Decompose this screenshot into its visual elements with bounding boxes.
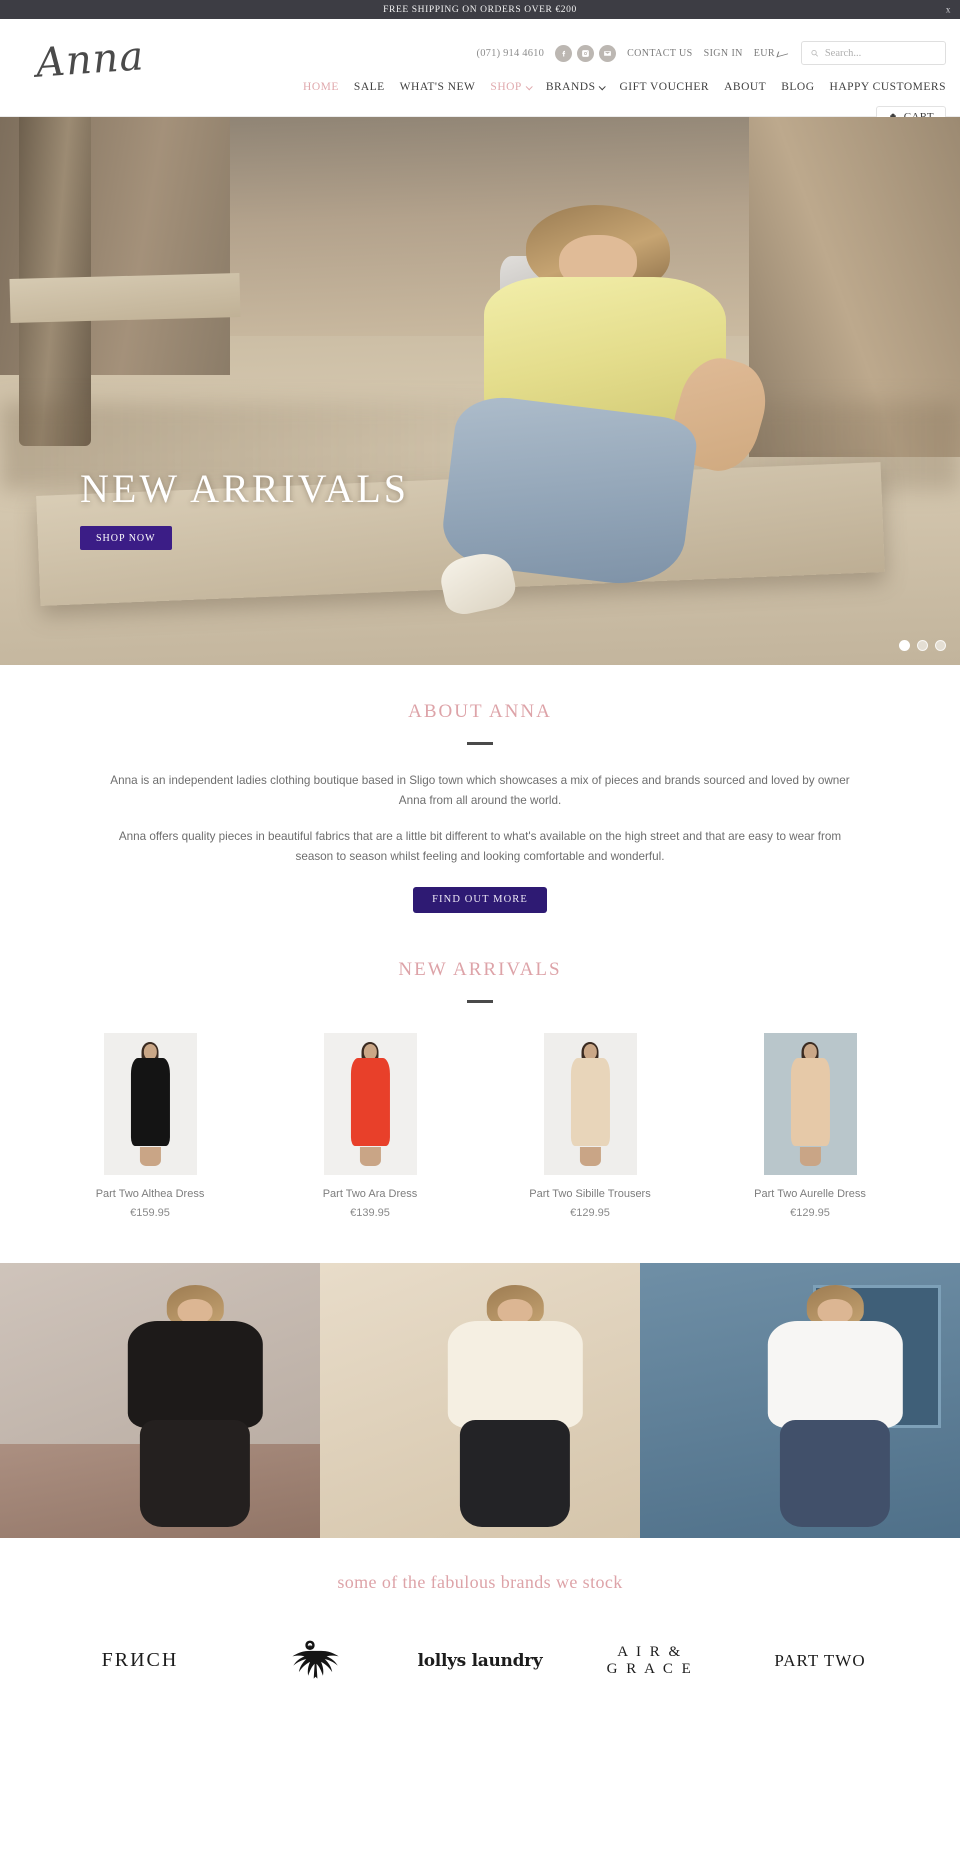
divider bbox=[467, 999, 493, 1003]
nav-item-brands[interactable]: BRANDS bbox=[546, 81, 607, 93]
brands-title: some of the fabulous brands we stock bbox=[337, 1571, 623, 1592]
search-icon bbox=[811, 50, 818, 57]
product-image[interactable] bbox=[103, 1032, 197, 1175]
new-arrivals-title: NEW ARRIVALS bbox=[398, 958, 562, 980]
product-price: €129.95 bbox=[790, 1206, 830, 1219]
slider-dot-2[interactable] bbox=[917, 640, 928, 651]
new-arrivals-section: NEW ARRIVALS Part Two Althea Dress €159.… bbox=[0, 913, 960, 1245]
hero-heading: NEW ARRIVALS bbox=[80, 466, 410, 511]
product-price: €129.95 bbox=[570, 1206, 610, 1219]
site-logo[interactable]: Anna bbox=[35, 33, 146, 86]
lookbook-panel-1[interactable] bbox=[0, 1262, 320, 1538]
product-name: Part Two Aurelle Dress bbox=[754, 1187, 866, 1200]
slider-dots bbox=[899, 640, 946, 651]
social-links bbox=[555, 44, 617, 62]
brands-section: some of the fabulous brands we stock FRИ… bbox=[0, 1538, 960, 1689]
email-icon[interactable] bbox=[599, 44, 617, 62]
eagle-emblem-logo[interactable] bbox=[225, 1633, 395, 1689]
part-two-logo[interactable]: PART TWO bbox=[735, 1633, 905, 1689]
hero-slider[interactable]: NEW ARRIVALS SHOP NOW bbox=[0, 117, 960, 665]
hero-model bbox=[436, 204, 776, 632]
product-name: Part Two Sibille Trousers bbox=[529, 1187, 651, 1200]
instagram-icon[interactable] bbox=[577, 44, 595, 62]
product-card[interactable]: Part Two Ara Dress €139.95 bbox=[260, 1032, 480, 1219]
about-paragraph-2: Anna offers quality pieces in beautiful … bbox=[118, 829, 842, 864]
nav-item-sale[interactable]: SALE bbox=[354, 81, 385, 93]
frnch-logo[interactable]: FRИCH bbox=[55, 1633, 225, 1689]
announcement-bar: FREE SHIPPING ON ORDERS OVER €200 x bbox=[0, 0, 960, 19]
eagle-emblem-icon bbox=[292, 1640, 339, 1679]
hero-image bbox=[0, 117, 960, 665]
currency-selector[interactable]: EUR bbox=[754, 48, 790, 59]
nav-item-about[interactable]: ABOUT bbox=[724, 81, 766, 93]
shop-now-button[interactable]: SHOP NOW bbox=[80, 526, 172, 550]
brand-logo-row: FRИCH lollys laundry A I R & G R A C E P… bbox=[0, 1633, 960, 1689]
main-navigation: HOME SALE WHAT'S NEW SHOP BRANDS GIFT VO… bbox=[303, 81, 946, 93]
product-image[interactable] bbox=[323, 1032, 417, 1175]
utility-bar: (071) 914 4610 CONTACT US SIGN IN EUR bbox=[477, 41, 946, 65]
nav-item-blog[interactable]: BLOG bbox=[781, 81, 814, 93]
close-icon[interactable]: x bbox=[946, 5, 951, 14]
nav-item-gift-voucher[interactable]: GIFT VOUCHER bbox=[619, 81, 709, 93]
chevron-down-icon bbox=[599, 82, 607, 90]
sign-in-link[interactable]: SIGN IN bbox=[704, 48, 743, 59]
product-image[interactable] bbox=[763, 1032, 857, 1175]
about-paragraph-1: Anna is an independent ladies clothing b… bbox=[110, 774, 850, 808]
lookbook-panel-3[interactable] bbox=[640, 1262, 960, 1538]
air-and-grace-logo[interactable]: A I R & G R A C E bbox=[565, 1633, 735, 1689]
product-price: €159.95 bbox=[130, 1206, 170, 1219]
divider bbox=[467, 742, 493, 745]
nav-item-happy-customers[interactable]: HAPPY CUSTOMERS bbox=[830, 81, 946, 93]
lookbook-strip bbox=[0, 1262, 960, 1538]
lollys-laundry-logo[interactable]: lollys laundry bbox=[395, 1633, 565, 1689]
search-input[interactable] bbox=[824, 47, 937, 59]
nav-item-shop[interactable]: SHOP bbox=[490, 81, 533, 93]
product-grid: Part Two Althea Dress €159.95 Part Two A… bbox=[0, 1032, 960, 1219]
search-box[interactable] bbox=[801, 41, 946, 65]
chevron-down-icon bbox=[778, 50, 790, 57]
product-card[interactable]: Part Two Sibille Trousers €129.95 bbox=[480, 1032, 700, 1219]
product-card[interactable]: Part Two Aurelle Dress €129.95 bbox=[700, 1032, 920, 1219]
about-body: Anna is an independent ladies clothing b… bbox=[100, 771, 860, 913]
nav-item-whats-new[interactable]: WHAT'S NEW bbox=[400, 81, 476, 93]
about-section: ABOUT ANNA Anna is an independent ladies… bbox=[0, 665, 960, 913]
phone-number[interactable]: (071) 914 4610 bbox=[477, 48, 545, 59]
about-title: ABOUT ANNA bbox=[408, 701, 552, 722]
product-card[interactable]: Part Two Althea Dress €159.95 bbox=[40, 1032, 260, 1219]
lookbook-panel-2[interactable] bbox=[320, 1262, 640, 1538]
slider-dot-1[interactable] bbox=[899, 640, 910, 651]
announcement-text: FREE SHIPPING ON ORDERS OVER €200 bbox=[383, 4, 577, 15]
product-price: €139.95 bbox=[350, 1206, 390, 1219]
product-name: Part Two Ara Dress bbox=[322, 1187, 418, 1200]
nav-item-home[interactable]: HOME bbox=[303, 81, 339, 93]
site-header: Anna (071) 914 4610 CONTACT US SIGN IN E… bbox=[0, 19, 960, 128]
product-image[interactable] bbox=[543, 1032, 637, 1175]
find-out-more-button[interactable]: FIND OUT MORE bbox=[413, 886, 547, 913]
chevron-down-icon bbox=[525, 82, 533, 90]
product-name: Part Two Althea Dress bbox=[95, 1187, 205, 1200]
facebook-icon[interactable] bbox=[555, 44, 573, 62]
slider-dot-3[interactable] bbox=[935, 640, 946, 651]
currency-label: EUR bbox=[753, 47, 775, 59]
contact-us-link[interactable]: CONTACT US bbox=[627, 48, 693, 59]
